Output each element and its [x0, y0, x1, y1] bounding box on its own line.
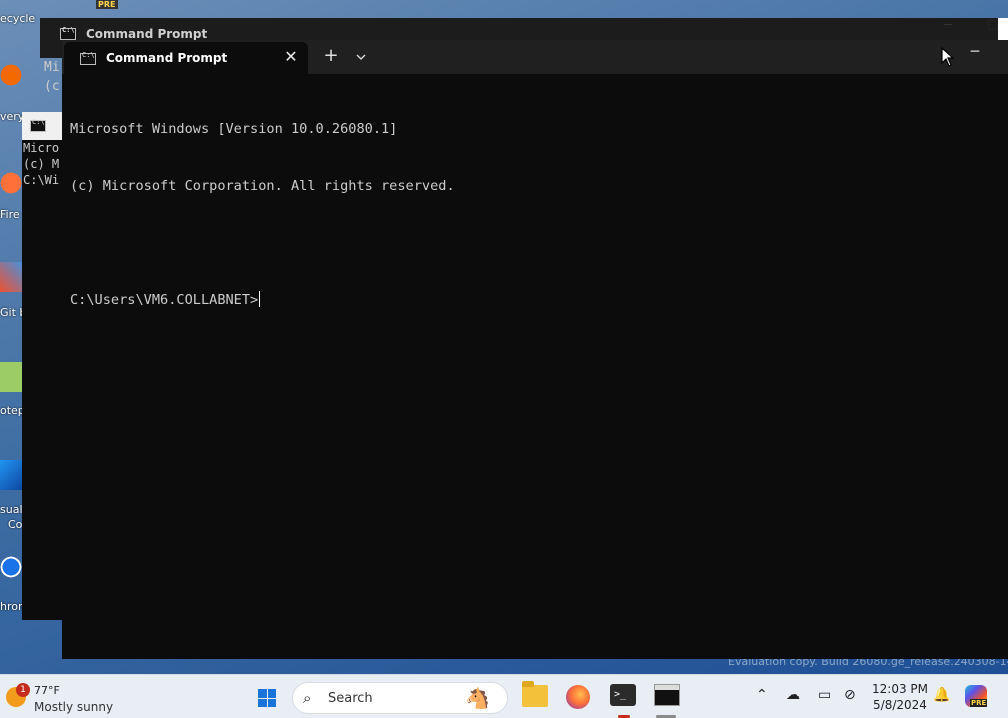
background-cmd-titlebar[interactable]: [22, 112, 62, 140]
console-output[interactable]: Microsoft Windows [Version 10.0.26080.1]…: [70, 82, 455, 348]
system-clock[interactable]: 12:03 PM 5/8/2024: [868, 681, 932, 713]
mouse-pointer-icon: [941, 47, 955, 67]
file-explorer-icon[interactable]: [522, 681, 548, 707]
vscode-icon[interactable]: [0, 460, 22, 490]
cmd-icon: [80, 51, 96, 65]
desktop-icon-vscode-line2: Co: [8, 518, 23, 531]
close-tab-button[interactable]: ✕: [280, 46, 302, 68]
desktop-icon-firefox[interactable]: Fire: [0, 208, 20, 221]
side-line: C:\Wi: [23, 173, 60, 187]
peek-line: Mi: [44, 60, 60, 75]
tab-command-prompt[interactable]: Command Prompt ✕: [64, 42, 308, 74]
weather-widget[interactable]: 1 77°F Mostly sunny: [6, 683, 126, 714]
cmd-icon: [30, 118, 46, 132]
terminal-window[interactable]: Command Prompt ✕ + ─ Microsoft Windows […: [62, 40, 1008, 659]
taskbar-search[interactable]: ⌕ Search 🐴: [292, 682, 508, 714]
chrome-icon[interactable]: [0, 552, 22, 582]
start-button[interactable]: [250, 681, 282, 713]
terminal-taskbar-icon[interactable]: >_: [610, 684, 636, 706]
minimize-button[interactable]: ─: [962, 42, 988, 66]
background-peek-text: Mi (c: [44, 58, 60, 96]
desktop-icon-recycle-bin[interactable]: ecycle: [0, 12, 35, 25]
windows-logo-icon: [258, 689, 276, 707]
notification-badge: 1: [16, 683, 30, 697]
console-line: (c) Microsoft Corporation. All rights re…: [70, 178, 455, 194]
side-line: Micro: [23, 141, 60, 155]
cmd-icon: [60, 26, 76, 40]
pre-badge: PRE: [96, 0, 118, 9]
peek-line: (c: [44, 79, 60, 94]
desktop-icon-vscode[interactable]: sual: [0, 503, 23, 516]
display-icon[interactable]: ▭: [818, 687, 831, 703]
firefox-taskbar-icon[interactable]: [566, 685, 590, 709]
new-tab-button[interactable]: +: [320, 45, 342, 67]
taskbar: 1 77°F Mostly sunny ⌕ Search 🐴 >_ ⌃ ☁ ▭ …: [0, 674, 1008, 718]
firefox-icon[interactable]: [0, 168, 22, 198]
text-cursor: [259, 291, 261, 307]
background-cmd-window[interactable]: Micro (c) M C:\Wi: [22, 112, 62, 620]
notepad-plus-plus-icon[interactable]: [0, 362, 22, 392]
background-minimize-button[interactable]: ─: [944, 18, 952, 33]
terminal-titlebar[interactable]: Command Prompt ✕ + ─: [62, 40, 1008, 74]
command-prompt-line[interactable]: C:\Users\VM6.COLLABNET>: [70, 291, 455, 310]
maximize-button[interactable]: [988, 20, 998, 30]
tab-title: Command Prompt: [106, 51, 228, 65]
side-line: (c) M: [23, 157, 60, 171]
tab-dropdown-button[interactable]: [350, 45, 372, 67]
network-icon[interactable]: ⊘: [844, 687, 856, 703]
weather-temp: 77°F: [34, 684, 60, 697]
search-icon: ⌕: [303, 689, 312, 707]
chevron-down-icon: [356, 54, 366, 60]
search-highlight-icon: 🐴: [465, 686, 490, 710]
clock-time: 12:03 PM: [872, 682, 928, 696]
console-line: Microsoft Windows [Version 10.0.26080.1]: [70, 121, 398, 137]
weather-condition: Mostly sunny: [34, 700, 114, 714]
prompt-text: C:\Users\VM6.COLLABNET>: [70, 292, 259, 308]
bell-icon[interactable]: 🔔: [933, 687, 950, 703]
everything-icon[interactable]: [0, 60, 22, 90]
git-bash-icon[interactable]: [0, 262, 22, 292]
desktop-icon-everything[interactable]: very: [0, 110, 24, 123]
onedrive-icon[interactable]: ☁: [786, 687, 800, 703]
clock-date: 5/8/2024: [873, 698, 927, 712]
chevron-up-icon[interactable]: ⌃: [756, 687, 768, 703]
background-tab-title: Command Prompt: [86, 27, 208, 41]
search-placeholder: Search: [328, 691, 373, 706]
cmd-taskbar-icon[interactable]: [654, 684, 680, 706]
copilot-pre-badge: PRE: [970, 699, 988, 707]
